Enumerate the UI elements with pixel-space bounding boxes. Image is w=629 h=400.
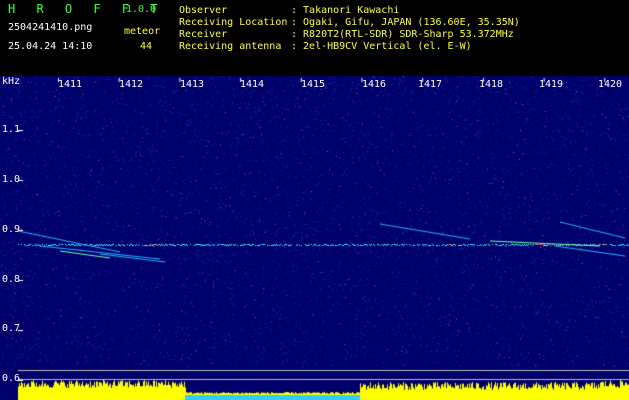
x-tick-1417: 1417 <box>418 79 443 90</box>
y-tick-0-7: 0.7 <box>2 323 21 334</box>
location-value: : Ogaki, Gifu, JAPAN (136.60E, 35.35N) <box>291 17 520 28</box>
observer-value: : Takanori Kawachi <box>291 5 400 16</box>
antenna-label: Receiving antenna <box>179 41 282 52</box>
spectrogram-canvas <box>0 76 629 400</box>
y-tick-0-6: 0.6 <box>2 373 21 384</box>
date-time: 25.04.24 14:10 <box>8 41 93 52</box>
observer-label: Observer <box>179 5 228 16</box>
receiver-label: Receiver <box>179 29 228 40</box>
unit-label: kHz <box>2 76 21 87</box>
x-tick-1416: 1416 <box>362 79 387 90</box>
x-tick-1420: 1420 <box>598 79 623 90</box>
header-panel: H R O F F T 1.0.0 2504241410.png meteor … <box>0 0 629 76</box>
x-tick-1411: 1411 <box>58 79 83 90</box>
mode-label: meteor <box>124 26 161 37</box>
y-tick-1-1: 1.1 <box>2 124 21 135</box>
x-tick-1413: 1413 <box>180 79 205 90</box>
file-name: 2504241410.png <box>8 22 93 33</box>
x-tick-1412: 1412 <box>119 79 144 90</box>
x-tick-1414: 1414 <box>240 79 265 90</box>
x-tick-1419: 1419 <box>539 79 564 90</box>
receiver-value: : R820T2(RTL-SDR) SDR-Sharp 53.372MHz <box>291 29 514 40</box>
x-tick-1418: 1418 <box>479 79 504 90</box>
y-tick-0-8: 0.8 <box>2 274 21 285</box>
antenna-value: : 2el-HB9CV Vertical (el. E-W) <box>291 41 472 52</box>
x-tick-1415: 1415 <box>301 79 326 90</box>
app-version: 1.0.0 <box>126 4 157 15</box>
location-label: Receiving Location <box>179 17 288 28</box>
y-tick-1-0: 1.0 <box>2 174 21 185</box>
meteor-count: 44 <box>140 41 153 52</box>
y-tick-0-9: 0.9 <box>2 224 21 235</box>
